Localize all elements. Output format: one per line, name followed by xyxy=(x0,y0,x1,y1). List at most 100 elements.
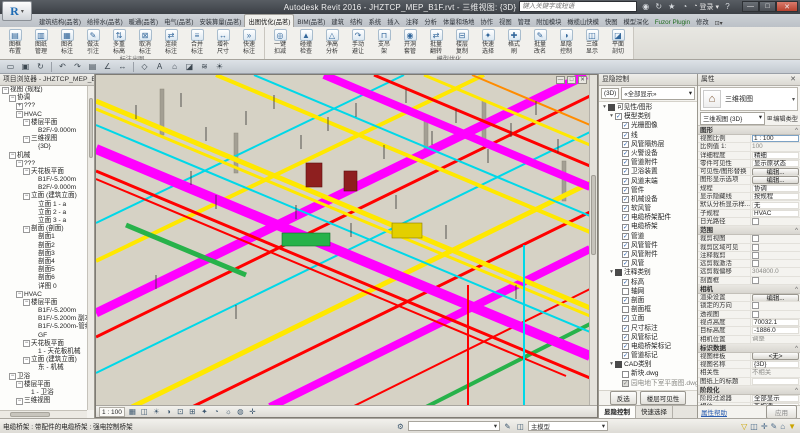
collapse-icon[interactable]: − xyxy=(23,226,30,233)
ribbon-tab[interactable]: 电气(品茗) xyxy=(161,15,196,27)
tree-item[interactable]: 1 - 卫浴 xyxy=(0,389,87,397)
visibility-item[interactable]: ✓电缆桥架 xyxy=(599,222,697,231)
ribbon-button[interactable]: ✚格式 刷 xyxy=(501,28,527,55)
visibility-item[interactable]: ✓管件 xyxy=(599,186,697,195)
checkbox[interactable]: ✓ xyxy=(622,224,629,231)
checkbox[interactable] xyxy=(622,288,629,295)
ribbon-button[interactable]: ⊠取消 标注 xyxy=(132,28,158,55)
ribbon-tab[interactable]: 快图 xyxy=(602,15,621,27)
tree-item[interactable]: −??? xyxy=(0,160,87,168)
reveal-hidden-icon[interactable]: ☼ xyxy=(223,407,234,417)
property-value[interactable]: 编辑... xyxy=(751,168,800,175)
ribbon-button[interactable]: ◑显隐 控制 xyxy=(553,28,579,55)
search-icon[interactable]: ◉ xyxy=(640,1,651,12)
tree-item[interactable]: −立面 (建筑立面) xyxy=(0,192,87,200)
checkbox[interactable]: ✓ xyxy=(622,196,629,203)
collapse-icon[interactable]: − xyxy=(23,340,30,347)
collapse-icon[interactable]: − xyxy=(16,160,23,167)
collapse-icon[interactable]: − xyxy=(23,299,30,306)
property-value[interactable]: <无> xyxy=(751,353,800,360)
press-drag-icon[interactable]: ◫ xyxy=(750,422,758,431)
checkbox[interactable]: ✓ xyxy=(622,315,629,322)
ribbon-tab[interactable]: 出图优化(品茗) xyxy=(244,14,294,27)
value-field[interactable]: {3D} xyxy=(752,361,799,368)
view-close-icon[interactable]: ✕ xyxy=(578,76,587,84)
properties-help-link[interactable]: 属性帮助 xyxy=(701,407,727,417)
property-value[interactable]: 编辑... xyxy=(751,176,800,183)
value-field[interactable]: 显示原状态 xyxy=(752,160,799,167)
show-crop-icon[interactable]: ⊞ xyxy=(187,407,198,417)
tree-item[interactable]: −机械 xyxy=(0,152,87,160)
property-section-header[interactable]: 相机^ xyxy=(698,285,800,294)
workset-dropdown[interactable]: ▾ xyxy=(408,421,500,431)
ribbon-tab[interactable]: 协作 xyxy=(477,15,496,27)
visibility-item[interactable]: ✓管道附件 xyxy=(599,158,697,167)
ribbon-tab[interactable]: 分析 xyxy=(421,15,440,27)
collapse-icon[interactable]: − xyxy=(9,373,16,380)
visibility-item[interactable]: ✓立面 xyxy=(599,314,697,323)
visibility-item[interactable]: ✓线 xyxy=(599,131,697,140)
unlocked-view-icon[interactable]: ✦ xyxy=(199,407,210,417)
print-icon[interactable]: ▤ xyxy=(86,61,99,73)
ribbon-button[interactable]: ▤图框 布置 xyxy=(2,28,28,55)
ribbon-tab[interactable]: 管理 xyxy=(515,15,534,27)
visibility-item[interactable]: ✓标高 xyxy=(599,278,697,287)
tree-item[interactable]: −楼层平面 xyxy=(0,381,87,389)
ribbon-tab[interactable]: 给排水(品茗) xyxy=(84,15,126,27)
checkbox[interactable]: ✓ xyxy=(622,132,629,139)
checkbox[interactable]: ✓ xyxy=(622,279,629,286)
checkbox[interactable]: ✓ xyxy=(622,251,629,258)
visibility-item[interactable]: ✓风管管件 xyxy=(599,241,697,250)
property-value[interactable] xyxy=(751,260,800,267)
property-value[interactable]: {3D} xyxy=(751,361,800,368)
collapse-icon[interactable]: ▾ xyxy=(608,112,615,121)
ribbon-button[interactable]: ▥图纸 管理 xyxy=(28,28,54,55)
ribbon-button[interactable]: ◪平面 剖切 xyxy=(605,28,631,55)
tree-item[interactable]: B2F/-9.000m xyxy=(0,127,87,135)
editable-only-icon[interactable]: ✎ xyxy=(502,422,513,431)
ribbon-tab[interactable]: 模型深化 xyxy=(621,15,652,27)
visibility-item[interactable]: ✓尺寸标注 xyxy=(599,324,697,333)
tree-item[interactable]: 东 - 机械 xyxy=(0,364,87,372)
collapse-icon[interactable]: − xyxy=(9,95,16,102)
collapse-icon[interactable]: − xyxy=(23,193,30,200)
ribbon-button[interactable]: ✎批量 改名 xyxy=(527,28,553,55)
checkbox[interactable] xyxy=(752,244,759,251)
property-value[interactable] xyxy=(751,252,800,259)
checkbox[interactable] xyxy=(752,260,759,267)
property-value[interactable] xyxy=(751,302,800,309)
checkbox[interactable] xyxy=(752,311,759,318)
tree-item[interactable]: −楼层平面 xyxy=(0,299,87,307)
tree-item[interactable]: −三维视图 xyxy=(0,135,87,143)
tree-item[interactable]: −HVAC xyxy=(0,111,87,119)
ribbon-tab[interactable]: 体量和场地 xyxy=(440,15,477,27)
ribbon-button[interactable]: ▲碰撞 检查 xyxy=(293,28,319,55)
value-field[interactable]: 无 xyxy=(752,202,799,209)
visibility-item[interactable]: ▾✓模型类别 xyxy=(599,112,697,121)
type-selector-preview[interactable]: ⌂ 三维视图 ▾ xyxy=(700,87,798,111)
property-value[interactable] xyxy=(751,218,800,225)
property-section-header[interactable]: 阶段化^ xyxy=(698,386,800,395)
checkbox[interactable]: ✓ xyxy=(622,214,629,221)
visibility-item[interactable]: ✓卫浴装置 xyxy=(599,167,697,176)
tree-item[interactable]: GF xyxy=(0,332,87,340)
ribbon-button[interactable]: ↷手动 避让 xyxy=(345,28,371,55)
close-hidden-icon[interactable]: ☀ xyxy=(213,61,226,73)
visibility-item[interactable]: ✓风道末端 xyxy=(599,177,697,186)
ribbon-tab[interactable]: 安装算量(品茗) xyxy=(196,15,244,27)
value-field[interactable]: HVAC xyxy=(752,210,799,217)
tree-item[interactable]: −卫浴 xyxy=(0,373,87,381)
default-3d-view-icon[interactable]: ⌂ xyxy=(168,61,181,73)
visibility-item[interactable]: ✓电缆桥架配件 xyxy=(599,213,697,222)
visibility-item[interactable]: ✓风管附件 xyxy=(599,250,697,259)
collapse-icon[interactable]: ^ xyxy=(795,344,800,352)
checkbox[interactable] xyxy=(752,218,759,225)
3d-model-view[interactable] xyxy=(96,75,590,407)
collapse-icon[interactable]: − xyxy=(23,136,30,143)
checkbox[interactable]: ✓ xyxy=(622,159,629,166)
property-value[interactable]: 无 xyxy=(751,201,800,208)
detail-level-icon[interactable]: ▦ xyxy=(127,407,138,417)
type-selector-dropdown[interactable]: 三维视图 {3D}▾ xyxy=(700,112,765,125)
value-field[interactable]: 按规程 xyxy=(752,193,799,200)
expand-icon[interactable]: + xyxy=(16,103,23,110)
